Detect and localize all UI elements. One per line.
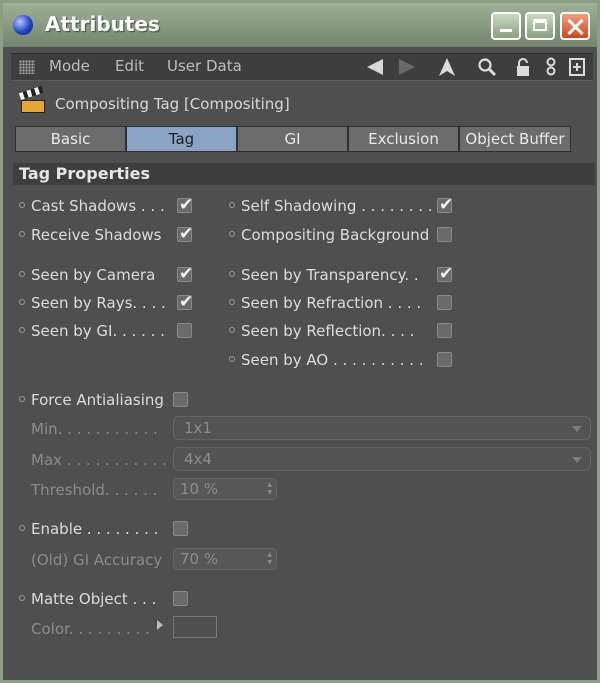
seen-by-rays-label: Seen by Rays. . . . <box>19 293 166 313</box>
grip-icon[interactable] <box>19 60 35 74</box>
min-dropdown[interactable]: 1x1 <box>173 416 591 440</box>
old-gi-accuracy-label: (Old) GI Accuracy <box>31 551 163 569</box>
cast-shadows-checkbox[interactable] <box>177 195 193 215</box>
old-gi-accuracy-input[interactable]: 70 % <box>173 548 277 570</box>
seen-by-refraction-checkbox[interactable] <box>437 295 452 310</box>
force-antialiasing-checkbox[interactable] <box>173 392 188 407</box>
tab-object-buffer[interactable]: Object Buffer <box>459 126 571 152</box>
seen-by-camera-label: Seen by Camera <box>19 265 155 285</box>
compositing-background-checkbox[interactable] <box>437 227 452 242</box>
cast-shadows-label: Cast Shadows . . . <box>19 196 165 216</box>
threshold-label: Threshold. . . . . . <box>31 481 158 499</box>
color-expand-icon[interactable] <box>157 620 163 630</box>
maximize-button[interactable] <box>525 12 555 40</box>
lock-icon[interactable] <box>513 57 533 77</box>
tab-bar: Basic Tag GI Exclusion Object Buffer <box>15 126 571 152</box>
up-arrow-icon[interactable] <box>437 57 457 77</box>
section-header: Tag Properties <box>13 163 595 185</box>
matte-object-checkbox[interactable] <box>173 591 188 606</box>
menu-mode[interactable]: Mode <box>49 57 90 75</box>
seen-by-camera-checkbox[interactable] <box>177 264 193 284</box>
attributes-window: Attributes Mode Edit User Data Compositi… <box>0 0 600 683</box>
receive-shadows-checkbox[interactable] <box>177 224 193 244</box>
tab-exclusion[interactable]: Exclusion <box>348 126 459 152</box>
seen-by-gi-label: Seen by GI. . . . . . <box>19 321 165 341</box>
threshold-input[interactable]: 10 % <box>173 478 277 500</box>
back-arrow-icon[interactable] <box>365 57 385 77</box>
seen-by-ao-checkbox[interactable] <box>437 352 452 367</box>
compositing-background-label: Compositing Background <box>229 225 429 245</box>
seen-by-reflection-checkbox[interactable] <box>437 323 452 338</box>
app-icon <box>13 15 33 35</box>
menu-edit[interactable]: Edit <box>115 57 144 75</box>
search-icon[interactable] <box>477 57 497 77</box>
color-label: Color. . . . . . . . . <box>31 620 150 638</box>
max-dropdown[interactable]: 4x4 <box>173 447 591 471</box>
tab-gi[interactable]: GI <box>237 126 348 152</box>
tab-basic[interactable]: Basic <box>15 126 126 152</box>
force-antialiasing-label: Force Antialiasing <box>19 390 164 410</box>
seen-by-rays-checkbox[interactable] <box>177 292 193 312</box>
tab-tag[interactable]: Tag <box>126 126 237 152</box>
receive-shadows-label: Receive Shadows <box>19 225 162 245</box>
close-button[interactable] <box>560 12 590 40</box>
seen-by-gi-checkbox[interactable] <box>177 323 192 338</box>
menu-user-data[interactable]: User Data <box>167 57 242 75</box>
enable-label: Enable . . . . . . . . <box>19 519 158 539</box>
new-panel-icon[interactable] <box>567 57 587 77</box>
compositing-tag-icon <box>18 85 45 113</box>
max-label: Max . . . . . . . . . . . <box>31 451 167 469</box>
seen-by-transparency-checkbox[interactable] <box>437 264 453 284</box>
matte-object-label: Matte Object . . . <box>19 589 156 609</box>
object-header: Compositing Tag [Compositing] <box>55 95 290 113</box>
title-bar[interactable]: Attributes <box>3 3 597 47</box>
seen-by-refraction-label: Seen by Refraction . . . . <box>229 293 421 313</box>
seen-by-ao-label: Seen by AO . . . . . . . . . . <box>229 350 424 370</box>
self-shadowing-checkbox[interactable] <box>437 195 453 215</box>
minimize-button[interactable] <box>491 12 521 40</box>
color-swatch[interactable] <box>173 616 217 638</box>
enable-checkbox[interactable] <box>173 521 188 536</box>
seen-by-reflection-label: Seen by Reflection. . . . <box>229 321 414 341</box>
min-label: Min. . . . . . . . . . . <box>31 420 158 438</box>
forward-arrow-icon[interactable] <box>397 57 417 77</box>
seen-by-transparency-label: Seen by Transparency. . <box>229 265 419 285</box>
link-icon[interactable] <box>541 57 561 77</box>
menu-bar: Mode Edit User Data <box>11 53 593 81</box>
window-title: Attributes <box>45 12 160 36</box>
section-title: Tag Properties <box>19 164 150 183</box>
self-shadowing-label: Self Shadowing . . . . . . . . <box>229 196 433 216</box>
